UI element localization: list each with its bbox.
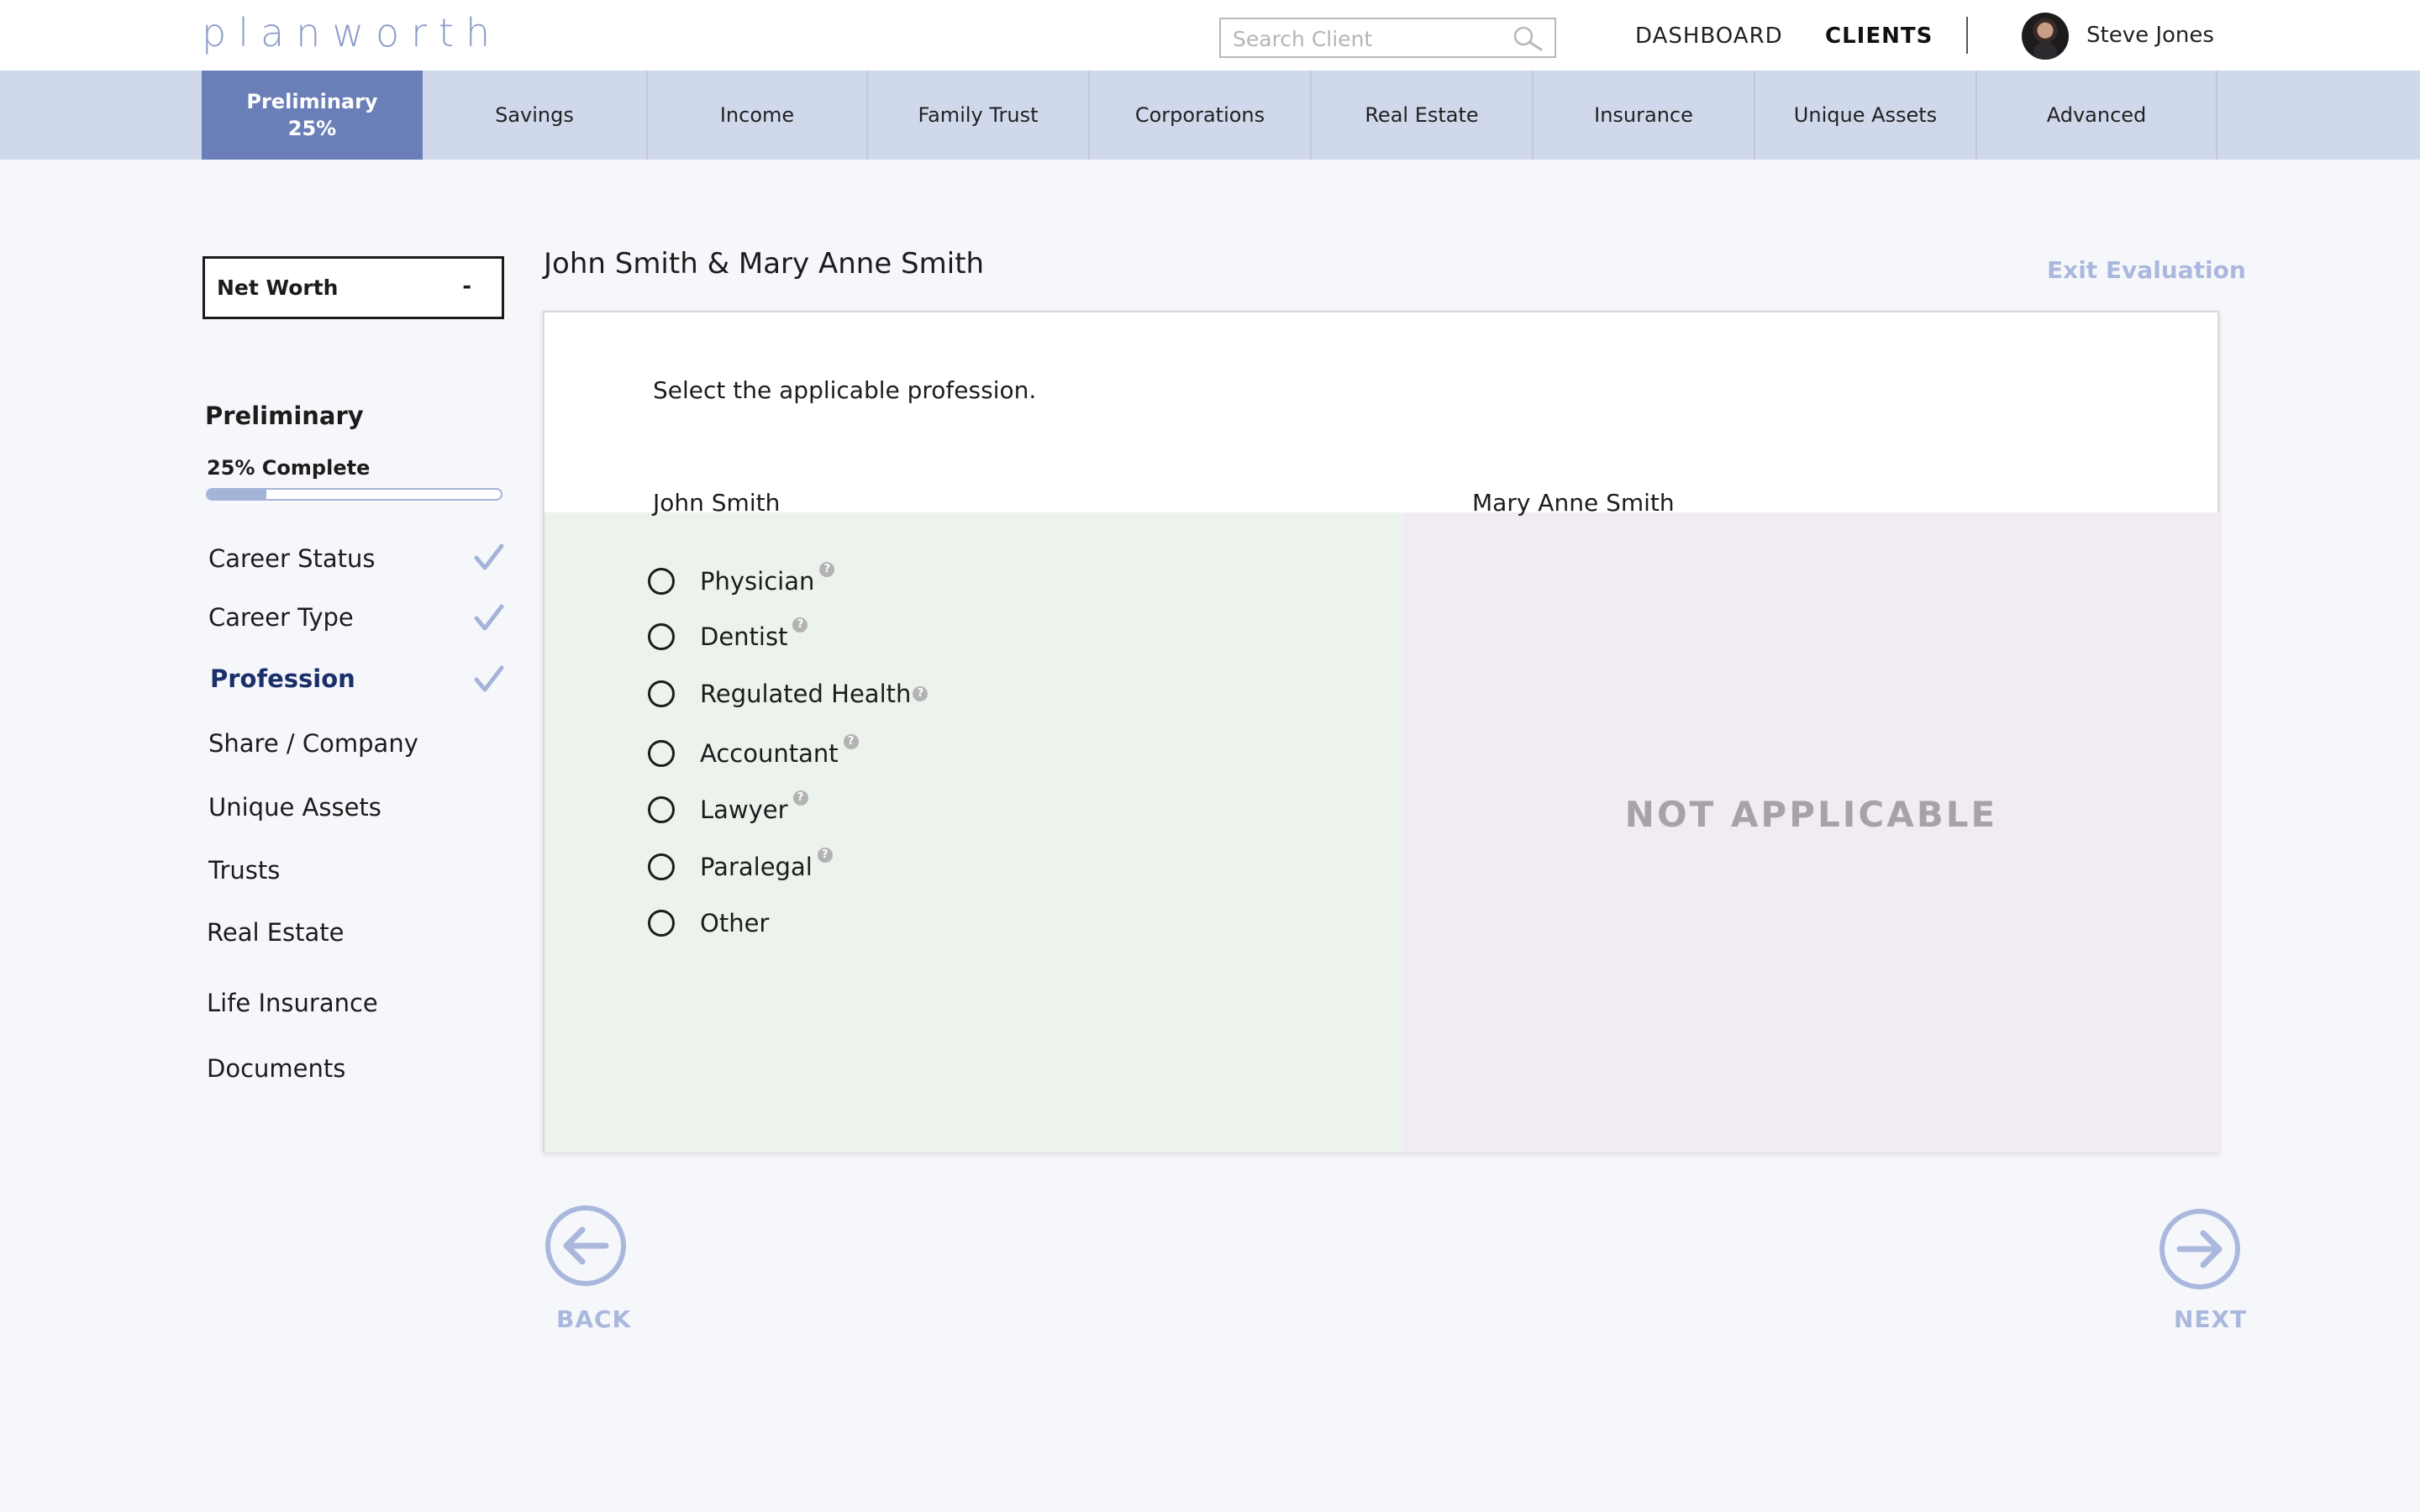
section-tab-bar: Preliminary 25% Savings Income Family Tr…: [0, 71, 2420, 160]
tab-label: Income: [719, 103, 795, 127]
next-button-label[interactable]: NEXT: [2174, 1305, 2247, 1333]
sidebar-section-title: Preliminary: [205, 402, 364, 430]
exit-evaluation-link[interactable]: Exit Evaluation: [2047, 256, 2246, 284]
tab-family-trust[interactable]: Family Trust: [868, 71, 1088, 160]
tab-advanced[interactable]: Advanced: [1977, 71, 2216, 160]
tab-savings[interactable]: Savings: [423, 71, 646, 160]
tab-label: Corporations: [1134, 103, 1265, 127]
tab-label: Preliminary: [246, 90, 378, 113]
sidebar-item-life-insurance[interactable]: Life Insurance: [207, 989, 378, 1017]
option-paralegal[interactable]: Paralegal ?: [648, 848, 833, 885]
sidebar-item-real-estate[interactable]: Real Estate: [207, 918, 345, 947]
sidebar-progress-fill: [208, 490, 266, 499]
radio-button[interactable]: [648, 740, 675, 767]
radio-button[interactable]: [648, 910, 675, 937]
tab-unique-assets[interactable]: Unique Assets: [1755, 71, 1975, 160]
question-card: Select the applicable profession. Physic…: [543, 311, 2219, 1152]
option-dentist[interactable]: Dentist ?: [648, 617, 808, 655]
net-worth-label: Net Worth: [217, 276, 339, 300]
tab-label: Real Estate: [1365, 103, 1479, 127]
check-icon: [474, 604, 504, 631]
sidebar-item-unique-assets[interactable]: Unique Assets: [208, 793, 381, 822]
check-icon: [474, 543, 504, 570]
search-box[interactable]: [1219, 18, 1556, 58]
help-icon[interactable]: ?: [913, 686, 929, 701]
search-icon[interactable]: [1511, 25, 1544, 52]
sidebar-item-career-type[interactable]: Career Type: [208, 603, 354, 632]
radio-button[interactable]: [648, 853, 675, 880]
avatar[interactable]: [2022, 13, 2069, 60]
option-regulated-health[interactable]: Regulated Health ?: [648, 675, 929, 712]
help-icon[interactable]: ?: [843, 734, 859, 749]
back-button-label[interactable]: BACK: [556, 1305, 631, 1333]
tab-label: Unique Assets: [1793, 103, 1938, 127]
radio-button[interactable]: [648, 796, 675, 823]
option-label: Paralegal: [700, 853, 813, 881]
option-label: Dentist: [700, 622, 788, 651]
sidebar-item-documents[interactable]: Documents: [207, 1054, 345, 1083]
tab-label: Family Trust: [918, 103, 1039, 127]
arrow-right-circle-icon[interactable]: [2158, 1207, 2242, 1291]
sidebar-item-share-company[interactable]: Share / Company: [208, 729, 418, 758]
option-label: Lawyer: [700, 795, 788, 824]
help-icon[interactable]: ?: [792, 790, 808, 806]
sidebar-item-career-status[interactable]: Career Status: [208, 544, 376, 573]
person-a-name: John Smith: [653, 489, 781, 517]
nav-divider: [1966, 17, 1968, 54]
help-icon[interactable]: ?: [792, 617, 808, 633]
sidebar-complete-text: 25% Complete: [207, 456, 371, 480]
app-logo[interactable]: planworth: [202, 10, 502, 55]
tab-separator: [2216, 71, 2217, 160]
search-input[interactable]: [1233, 24, 1502, 53]
option-label: Accountant: [700, 739, 839, 768]
help-icon[interactable]: ?: [817, 848, 833, 863]
option-label: Physician: [700, 567, 815, 596]
arrow-left-circle-icon[interactable]: [544, 1204, 628, 1288]
radio-button[interactable]: [648, 680, 675, 707]
tab-insurance[interactable]: Insurance: [1534, 71, 1754, 160]
sidebar-progress-bar: [206, 488, 502, 501]
tab-progress-percent: 25%: [287, 117, 337, 140]
option-lawyer[interactable]: Lawyer ?: [648, 790, 808, 828]
tab-label: Savings: [495, 103, 574, 127]
person-b-name: Mary Anne Smith: [1472, 489, 1675, 517]
client-names-title: John Smith & Mary Anne Smith: [544, 247, 985, 281]
person-b-panel: NOT APPLICABLE: [1403, 512, 2219, 1152]
collapse-toggle[interactable]: -: [462, 274, 471, 299]
help-icon[interactable]: ?: [819, 562, 835, 577]
option-label: Regulated Health: [700, 680, 912, 708]
tab-label: Insurance: [1594, 103, 1693, 127]
tab-income[interactable]: Income: [648, 71, 866, 160]
tab-corporations[interactable]: Corporations: [1090, 71, 1310, 160]
not-applicable-text: NOT APPLICABLE: [1624, 794, 1998, 835]
nav-dashboard[interactable]: DASHBOARD: [1635, 24, 1783, 49]
user-name[interactable]: Steve Jones: [2086, 23, 2214, 48]
question-text: Select the applicable profession.: [653, 376, 1037, 404]
top-bar: planworth DASHBOARD CLIENTS Steve Jones: [0, 0, 2420, 71]
sidebar-item-profession[interactable]: Profession: [210, 664, 355, 693]
net-worth-dropdown[interactable]: Net Worth -: [203, 256, 504, 319]
radio-button[interactable]: [648, 623, 675, 650]
option-label: Other: [700, 909, 770, 937]
sidebar-item-trusts[interactable]: Trusts: [208, 856, 280, 885]
radio-button[interactable]: [648, 568, 675, 595]
person-a-panel: Physician ? Dentist ? Regulated Health ?…: [544, 512, 1403, 1152]
tab-label: Advanced: [2046, 103, 2147, 127]
option-other[interactable]: Other: [648, 905, 769, 942]
option-physician[interactable]: Physician ?: [648, 562, 835, 600]
tab-real-estate[interactable]: Real Estate: [1312, 71, 1532, 160]
option-accountant[interactable]: Accountant ?: [648, 734, 859, 772]
nav-clients[interactable]: CLIENTS: [1825, 24, 1933, 49]
check-icon: [474, 665, 504, 692]
tab-preliminary[interactable]: Preliminary 25%: [202, 71, 423, 160]
